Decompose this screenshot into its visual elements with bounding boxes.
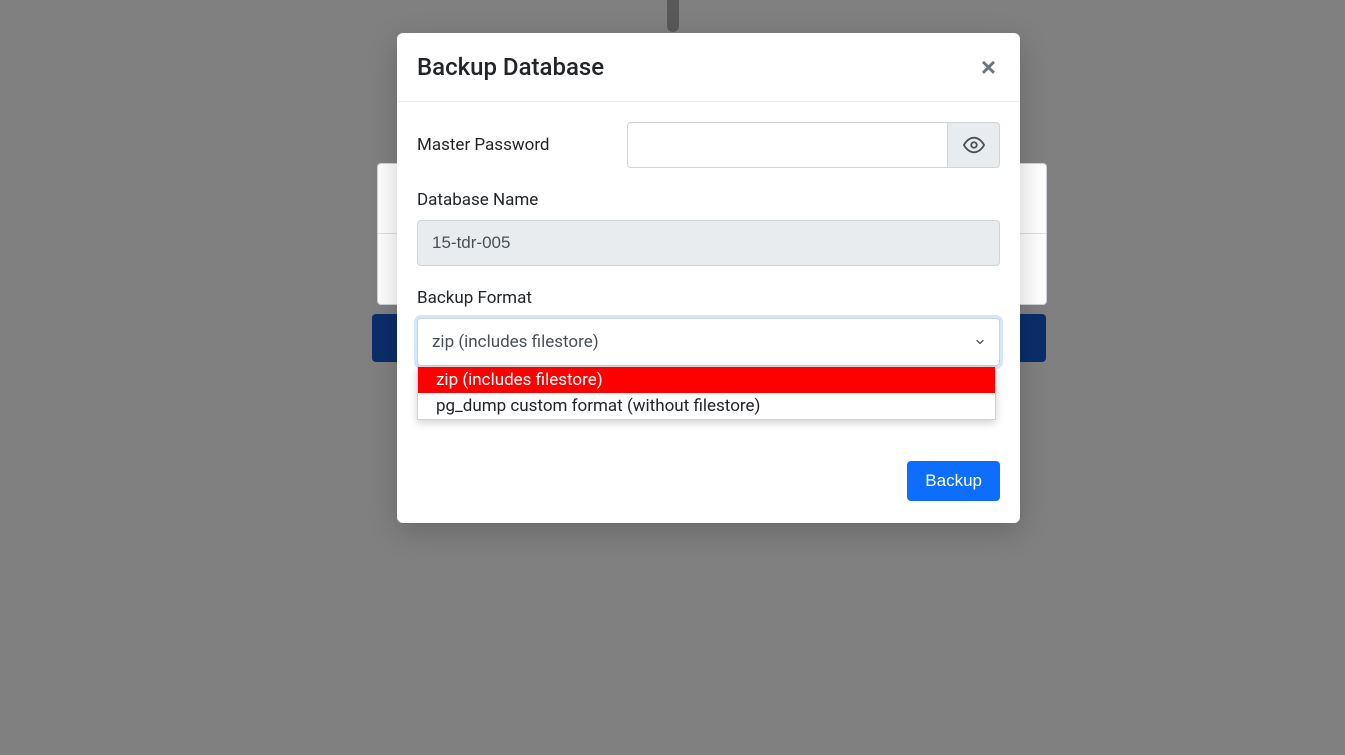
backup-format-option[interactable]: pg_dump custom format (without filestore… bbox=[418, 393, 995, 419]
close-button[interactable]: × bbox=[977, 54, 1000, 80]
close-icon: × bbox=[981, 52, 996, 82]
backup-format-select-wrap: zip (includes filestore) zip (includes f… bbox=[417, 318, 1000, 366]
modal-header: Backup Database × bbox=[397, 33, 1020, 102]
backup-format-option[interactable]: zip (includes filestore) bbox=[418, 367, 995, 393]
database-name-label: Database Name bbox=[417, 190, 1000, 210]
backup-format-select[interactable]: zip (includes filestore) bbox=[417, 318, 1000, 366]
backup-format-dropdown: zip (includes filestore) pg_dump custom … bbox=[417, 366, 996, 420]
backup-format-selected-value: zip (includes filestore) bbox=[432, 332, 599, 352]
database-name-block: Database Name bbox=[417, 190, 1000, 266]
eye-icon bbox=[963, 134, 985, 156]
master-password-input-group bbox=[627, 122, 1000, 168]
backup-format-label: Backup Format bbox=[417, 288, 1000, 308]
chevron-down-icon bbox=[974, 336, 986, 348]
toggle-password-visibility-button[interactable] bbox=[948, 122, 1000, 168]
master-password-row: Master Password bbox=[417, 122, 1000, 168]
database-name-input bbox=[417, 220, 1000, 266]
master-password-label: Master Password bbox=[417, 135, 597, 155]
modal-title: Backup Database bbox=[417, 53, 604, 81]
modal-body: Master Password Database Name Backup For bbox=[397, 102, 1020, 376]
backup-button[interactable]: Backup bbox=[907, 461, 1000, 501]
backup-database-modal: Backup Database × Master Password bbox=[397, 33, 1020, 523]
backup-format-block: Backup Format zip (includes filestore) z… bbox=[417, 288, 1000, 366]
browser-camera-bump bbox=[667, 0, 679, 32]
master-password-input[interactable] bbox=[627, 122, 948, 168]
